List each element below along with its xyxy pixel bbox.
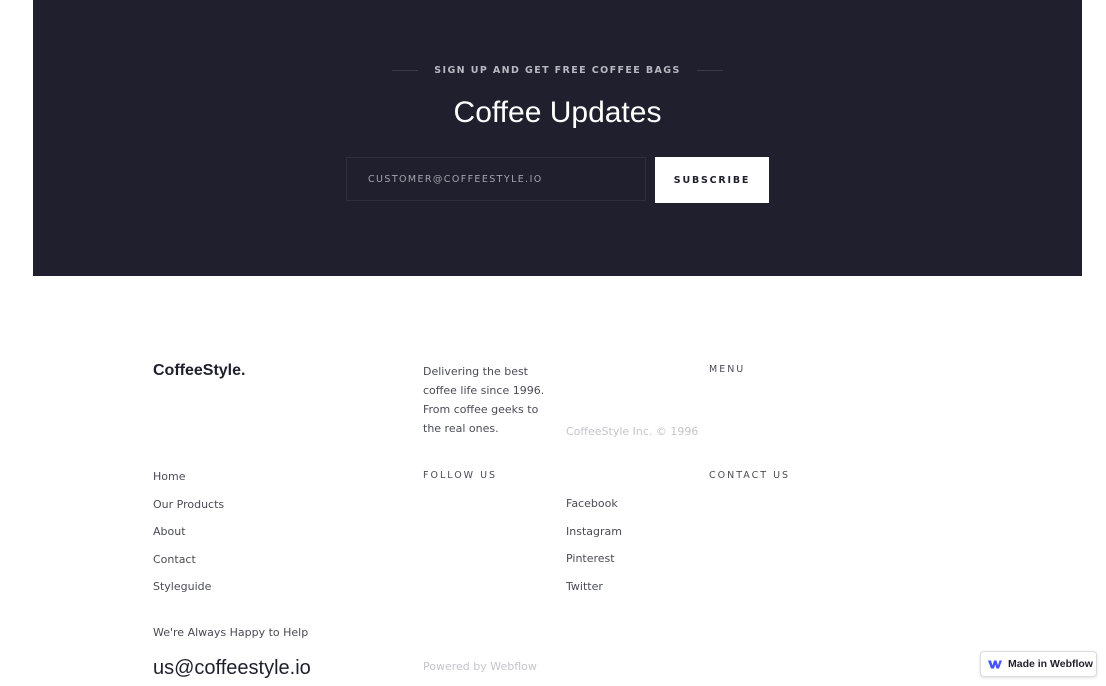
webflow-logo-icon xyxy=(988,660,1002,668)
newsletter-title: Coffee Updates xyxy=(453,96,662,129)
nav-link-styleguide[interactable]: Styleguide xyxy=(153,580,224,608)
powered-by-link[interactable]: Powered by Webflow xyxy=(423,660,537,673)
divider-left xyxy=(392,70,419,71)
help-text: We're Always Happy to Help xyxy=(153,626,309,639)
subscribe-button[interactable]: SUBSCRIBE xyxy=(655,157,769,203)
email-input[interactable]: CUSTOMER@COFFEESTYLE.IO xyxy=(346,157,646,201)
social-link-pinterest[interactable]: Pinterest xyxy=(566,552,622,580)
newsletter-section: SIGN UP AND GET FREE COFFEE BAGS Coffee … xyxy=(33,0,1082,276)
divider-right xyxy=(696,70,723,71)
social-link-facebook[interactable]: Facebook xyxy=(566,497,622,525)
footer-nav-list: Home Our Products About Contact Stylegui… xyxy=(153,470,224,608)
badge-label: Made in Webflow xyxy=(1008,658,1093,670)
footer-brand-logo[interactable]: CoffeeStyle. xyxy=(153,362,245,380)
menu-heading: MENU xyxy=(709,364,746,375)
made-in-webflow-badge[interactable]: Made in Webflow xyxy=(980,651,1097,677)
nav-link-our-products[interactable]: Our Products xyxy=(153,498,224,526)
nav-link-about[interactable]: About xyxy=(153,525,224,553)
social-link-list: Facebook Instagram Pinterest Twitter xyxy=(566,497,622,607)
footer-tagline: Delivering the best coffee life since 19… xyxy=(423,365,545,435)
eyebrow-row: SIGN UP AND GET FREE COFFEE BAGS xyxy=(33,65,1082,76)
social-link-twitter[interactable]: Twitter xyxy=(566,580,622,608)
contact-heading: CONTACT US xyxy=(709,470,791,481)
nav-link-home[interactable]: Home xyxy=(153,470,224,498)
social-link-instagram[interactable]: Instagram xyxy=(566,525,622,553)
newsletter-eyebrow: SIGN UP AND GET FREE COFFEE BAGS xyxy=(434,65,681,76)
contact-email-link[interactable]: us@coffeestyle.io xyxy=(153,657,311,680)
follow-heading: FOLLOW US xyxy=(423,470,498,481)
footer-copyright: CoffeeStyle Inc. © 1996 xyxy=(566,425,699,438)
nav-link-contact[interactable]: Contact xyxy=(153,553,224,581)
